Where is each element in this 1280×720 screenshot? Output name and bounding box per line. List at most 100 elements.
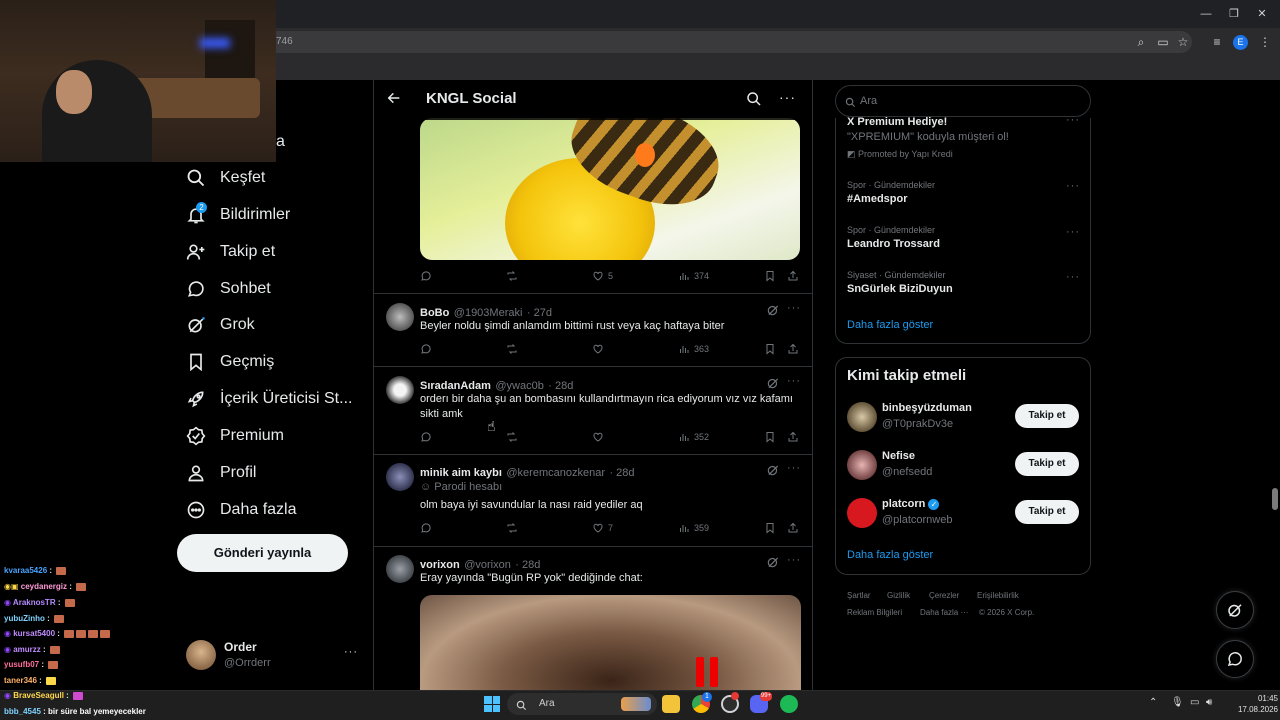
nav-item-premium[interactable]: Premium [186, 420, 284, 452]
close-window-button[interactable]: ✕ [1254, 6, 1270, 22]
zoom-icon[interactable]: ⌕ [1134, 35, 1148, 49]
nav-item-more[interactable]: Daha fazla [186, 494, 297, 526]
views-button[interactable]: 363 [678, 343, 709, 355]
user-avatar[interactable] [847, 450, 877, 480]
bookmark-star-icon[interactable]: ☆ [1176, 35, 1190, 49]
footer-link-privacy[interactable]: Gizlilik [887, 591, 910, 600]
tweet-avatar[interactable] [386, 303, 414, 331]
user-avatar[interactable] [847, 402, 877, 432]
grok-icon[interactable] [766, 376, 780, 390]
bookmark-button[interactable] [764, 522, 776, 534]
share-button[interactable] [787, 522, 799, 534]
tray-chevron-icon[interactable]: ⌃ [1149, 697, 1157, 708]
tweet-author-handle[interactable]: @keremcanozkenar [506, 467, 605, 479]
trend-title[interactable]: #Amedspor [847, 193, 908, 205]
follow-button[interactable]: Takip et [1015, 452, 1079, 476]
profile-avatar[interactable]: E [1233, 35, 1248, 50]
network-icon[interactable]: ▭ [1190, 697, 1199, 708]
grok-icon[interactable] [766, 303, 780, 317]
post-button[interactable]: Gönderi yayınla [177, 534, 348, 572]
trend-more-icon[interactable]: ··· [1066, 114, 1080, 126]
tweet-time[interactable]: · 28d [609, 467, 634, 479]
tweet-avatar[interactable] [386, 463, 414, 491]
like-button[interactable]: 5 [592, 270, 613, 282]
nav-item-profile[interactable]: Profil [186, 457, 256, 489]
volume-icon[interactable]: 🔊︎ [1206, 697, 1212, 708]
clock-time[interactable]: 01:45 [1238, 694, 1278, 703]
tweet-author-handle[interactable]: @vorixon [464, 559, 511, 571]
tweet-avatar[interactable] [386, 555, 414, 583]
repost-button[interactable] [506, 270, 518, 282]
back-arrow-icon[interactable] [386, 90, 402, 106]
promo-title[interactable]: X Premium Hediye! [847, 116, 947, 128]
spotify-icon[interactable] [780, 695, 798, 713]
maximize-button[interactable]: ❐ [1226, 6, 1242, 22]
cast-icon[interactable]: ▭ [1156, 35, 1170, 49]
bookmark-button[interactable] [764, 431, 776, 443]
file-explorer-icon[interactable] [662, 695, 680, 713]
views-button[interactable]: 352 [678, 431, 709, 443]
footer-link-accessibility[interactable]: Erişilebilirlik [977, 591, 1019, 600]
header-more-icon[interactable]: ··· [779, 89, 796, 105]
footer-link-terms[interactable]: Şartlar [847, 591, 871, 600]
share-button[interactable] [787, 343, 799, 355]
grok-icon[interactable] [766, 463, 780, 477]
page-scrollbar[interactable] [1272, 488, 1278, 510]
account-avatar[interactable] [186, 640, 216, 670]
grok-icon[interactable] [766, 555, 780, 569]
search-icon[interactable] [746, 91, 762, 107]
microphone-icon[interactable]: 🎙︎ [1171, 697, 1184, 708]
follow-button[interactable]: Takip et [1015, 500, 1079, 524]
tweet-more-icon[interactable]: ··· [787, 554, 801, 566]
repost-button[interactable] [506, 522, 518, 534]
like-button[interactable] [592, 431, 604, 443]
nav-item-explore[interactable]: Keşfet [186, 162, 265, 194]
share-button[interactable] [787, 270, 799, 282]
tweet-time[interactable]: · 27d [527, 307, 552, 319]
like-button[interactable]: 7 [592, 522, 613, 534]
show-more-link[interactable]: Daha fazla göster [847, 549, 933, 561]
nav-item-chat[interactable]: Sohbet [186, 273, 271, 305]
account-name[interactable]: Order [224, 640, 257, 654]
footer-link-ads-info[interactable]: Reklam Bilgileri [847, 608, 902, 617]
tweet-author-name[interactable]: SıradanAdam [420, 380, 491, 392]
repost-button[interactable] [506, 431, 518, 443]
follow-button[interactable]: Takip et [1015, 404, 1079, 428]
tweet-avatar[interactable] [386, 376, 414, 404]
repost-button[interactable] [506, 343, 518, 355]
nav-item-follow[interactable]: Takip et [186, 236, 275, 268]
reply-button[interactable] [420, 522, 432, 534]
tweet-author-name[interactable]: BoBo [420, 307, 449, 319]
messages-fab[interactable] [1216, 640, 1254, 678]
show-more-link[interactable]: Daha fazla göster [847, 319, 933, 331]
tweet-time[interactable]: · 28d [515, 559, 540, 571]
tweet-time[interactable]: · 28d [548, 380, 573, 392]
tweet-author-name[interactable]: vorixon [420, 559, 460, 571]
browser-menu-icon[interactable]: ⋮ [1258, 35, 1272, 49]
user-name[interactable]: Nefise [882, 450, 915, 462]
trend-more-icon[interactable]: ··· [1066, 271, 1080, 283]
footer-link-more[interactable]: Daha fazla ··· [920, 608, 968, 617]
tweet-more-icon[interactable]: ··· [787, 462, 801, 474]
tweet-author-name[interactable]: minik aim kaybı [420, 467, 502, 479]
windows-start-icon[interactable] [484, 696, 500, 712]
search-input[interactable]: Ara [835, 85, 1091, 117]
views-button[interactable]: 359 [678, 522, 709, 534]
views-button[interactable]: 374 [678, 270, 709, 282]
address-bar[interactable]: 746 [262, 31, 1192, 53]
user-avatar[interactable] [847, 498, 877, 528]
footer-link-cookies[interactable]: Çerezler [929, 591, 959, 600]
minimize-button[interactable]: — [1198, 6, 1214, 22]
tweet-media-image[interactable] [420, 595, 801, 690]
share-button[interactable] [787, 431, 799, 443]
reply-button[interactable] [420, 343, 432, 355]
tweet-media-image[interactable] [420, 118, 800, 260]
trend-more-icon[interactable]: ··· [1066, 226, 1080, 238]
tab-search-icon[interactable]: ≡ [1210, 35, 1224, 49]
trend-title[interactable]: SnGürlek BiziDuyun [847, 283, 953, 295]
bookmark-button[interactable] [764, 343, 776, 355]
reply-button[interactable] [420, 431, 432, 443]
tweet-author-handle[interactable]: @ywac0b [495, 380, 543, 392]
reply-button[interactable] [420, 270, 432, 282]
grok-fab[interactable] [1216, 591, 1254, 629]
